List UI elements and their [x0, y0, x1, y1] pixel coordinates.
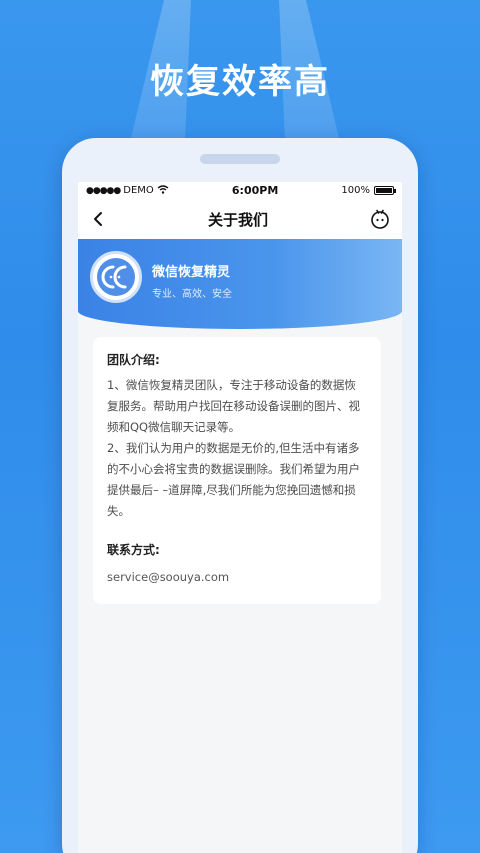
robot-face-icon[interactable] — [368, 207, 392, 231]
page-title: 关于我们 — [207, 210, 268, 229]
intro-heading: 团队介绍: — [107, 353, 160, 367]
contact-email[interactable]: service@soouya.com — [107, 567, 367, 588]
app-tagline: 专业、高效、安全 — [152, 289, 232, 300]
battery-fill — [375, 188, 392, 193]
about-card: 团队介绍: 1、微信恢复精灵团队，专注于移动设备的数据恢复服务。帮助用户找回在移… — [93, 337, 381, 604]
intro-paragraph-2: 2、我们认为用户的数据是无价的,但生活中有诸多的不小心会将宝贵的数据误删除。我们… — [107, 441, 360, 518]
app-banner: 微信恢复精灵 专业、高效、安全 — [78, 239, 402, 329]
phone-speaker — [200, 154, 280, 164]
app-logo — [90, 251, 142, 303]
status-left: ●●●●● DEMO — [86, 184, 169, 197]
carrier-label: DEMO — [123, 185, 154, 196]
status-time: 6:00PM — [231, 184, 279, 197]
battery-percent: 100% — [341, 185, 370, 196]
brand-block: 微信恢复精灵 专业、高效、安全 — [152, 261, 232, 300]
phone-screen: ●●●●● DEMO 6:00PM 100% 关于我们 微信恢复精灵 专业、高效… — [78, 182, 402, 853]
nav-bar: 关于我们 — [78, 199, 402, 239]
battery-icon — [373, 186, 396, 195]
status-right: 100% — [341, 185, 396, 196]
promo-headline: 恢复效率高 — [150, 62, 330, 102]
contact-heading: 联系方式: — [107, 543, 160, 557]
signal-dots: ●●●●● — [86, 185, 121, 196]
app-name: 微信恢复精灵 — [152, 265, 231, 280]
status-bar: ●●●●● DEMO 6:00PM 100% — [78, 182, 402, 199]
phone-frame: ●●●●● DEMO 6:00PM 100% 关于我们 微信恢复精灵 专业、高效… — [62, 138, 418, 853]
chat-bubble-logo-icon — [97, 258, 135, 296]
chevron-left-icon[interactable] — [88, 207, 108, 231]
wifi-icon — [157, 184, 169, 197]
intro-paragraph-1: 1、微信恢复精灵团队，专注于移动设备的数据恢复服务。帮助用户找回在移动设备误删的… — [107, 378, 360, 434]
